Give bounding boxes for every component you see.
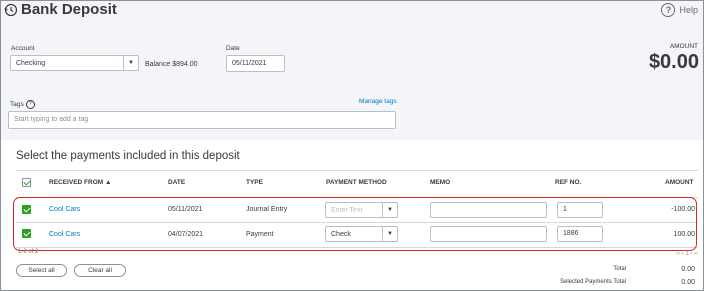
- select-all-button[interactable]: Select all: [16, 264, 67, 277]
- account-balance: Balance $894.00: [145, 61, 198, 68]
- select-all-checkbox[interactable]: [22, 178, 31, 187]
- date-input[interactable]: 05/11/2021: [226, 55, 285, 72]
- manage-tags-link[interactable]: Manage tags: [359, 98, 397, 105]
- total-label: Total: [613, 266, 626, 272]
- help-button[interactable]: ? Help: [661, 3, 698, 17]
- selected-total-value: 0.00: [681, 279, 695, 286]
- selected-rows-highlight: [13, 197, 697, 251]
- selected-total-label: Selected Payments Total: [560, 279, 626, 285]
- amount-label: AMOUNT: [669, 43, 698, 50]
- account-select[interactable]: Checking ▼: [10, 55, 139, 71]
- tags-help-icon[interactable]: ?: [25, 100, 35, 109]
- col-received-from[interactable]: RECEIVED FROM ▲: [49, 179, 111, 186]
- col-type: TYPE: [246, 179, 263, 186]
- pager-range: 1-2 of 2: [18, 249, 39, 255]
- account-label: Account: [11, 45, 35, 52]
- history-clock-icon[interactable]: [4, 3, 18, 17]
- col-date: DATE: [168, 179, 186, 186]
- table-top-border: [16, 170, 698, 171]
- tags-input[interactable]: Start typing to add a tag: [8, 111, 396, 129]
- col-payment-method: PAYMENT METHOD: [326, 179, 387, 186]
- page-title: Bank Deposit: [21, 1, 117, 18]
- pager-nav[interactable]: ‹‹ ‹ 1 › ››: [676, 251, 698, 257]
- col-ref-no: REF NO.: [555, 179, 582, 186]
- account-value: Checking: [16, 60, 46, 67]
- col-amount: AMOUNT: [665, 179, 694, 186]
- total-value: 0.00: [681, 266, 695, 273]
- clear-all-button[interactable]: Clear all: [74, 264, 126, 277]
- tags-label-wrap: Tags?: [10, 100, 35, 109]
- col-memo: MEMO: [430, 179, 451, 186]
- date-label: Date: [226, 45, 240, 52]
- tags-label: Tags: [10, 101, 24, 109]
- help-label: Help: [679, 5, 698, 15]
- chevron-down-icon[interactable]: ▼: [123, 56, 138, 70]
- help-circle-icon: ?: [661, 3, 676, 17]
- amount-value: $0.00: [648, 51, 699, 73]
- payments-section-title: Select the payments included in this dep…: [16, 150, 240, 162]
